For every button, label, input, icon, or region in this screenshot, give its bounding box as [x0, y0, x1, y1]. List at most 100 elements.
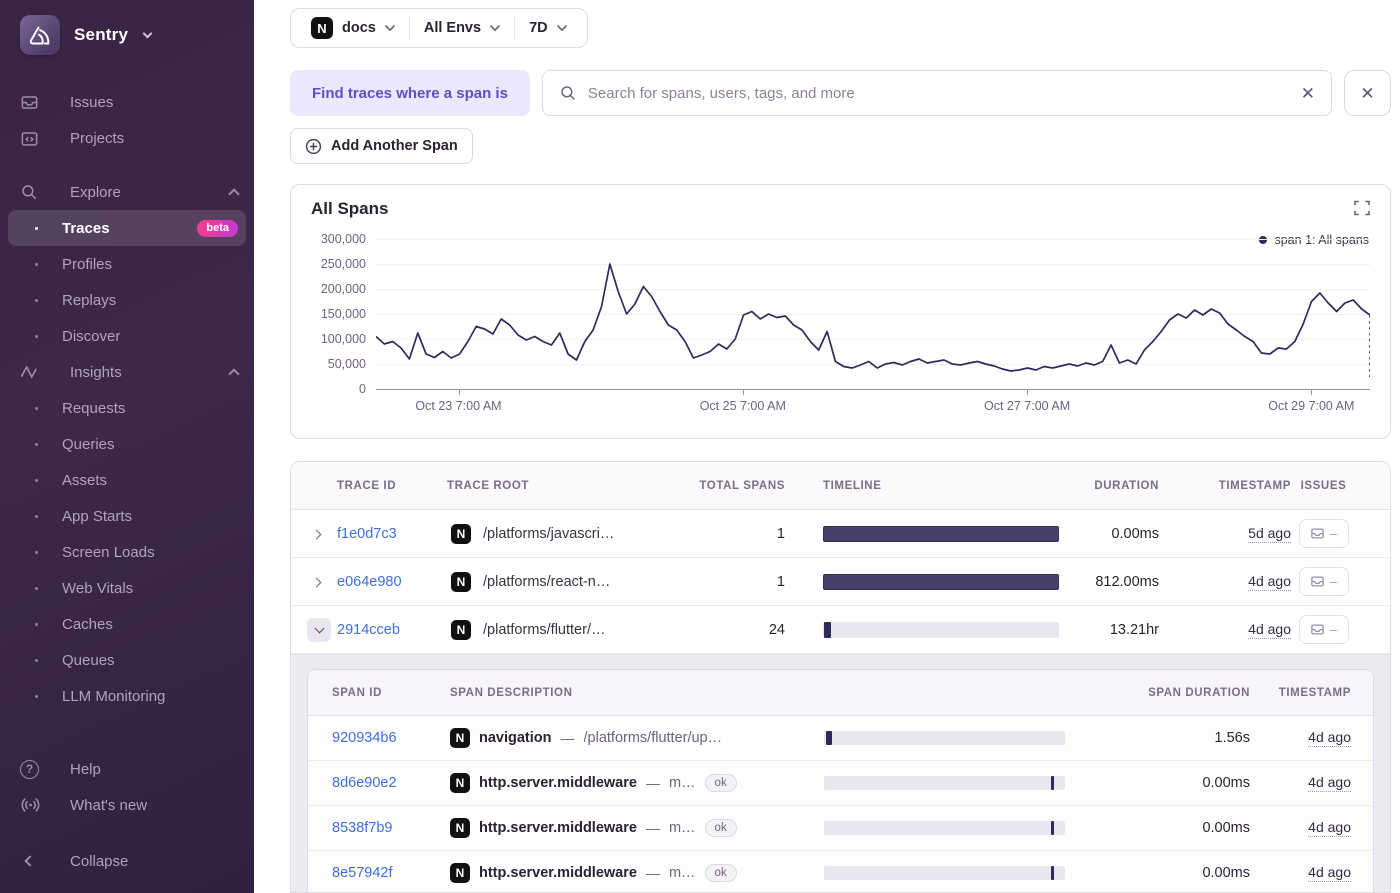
issues-button[interactable]: –	[1298, 519, 1349, 548]
sidebar-item-label: Issues	[70, 93, 114, 111]
trace-id-link[interactable]: 2914cceb	[337, 622, 445, 638]
sidebar-item-queues[interactable]: Queues	[0, 642, 254, 678]
chart-body: 300,000 250,000 200,000 150,000 100,000 …	[311, 232, 1370, 396]
sidebar-item-label: Caches	[62, 615, 113, 633]
sidebar-item-replays[interactable]: Replays	[0, 282, 254, 318]
sidebar-item-screen-loads[interactable]: Screen Loads	[0, 534, 254, 570]
sidebar-item-web-vitals[interactable]: Web Vitals	[0, 570, 254, 606]
add-span-label: Add Another Span	[331, 138, 458, 154]
span-timeline-bar	[824, 731, 1065, 745]
chart-plot-area[interactable]	[376, 239, 1370, 390]
sidebar-item-queries[interactable]: Queries	[0, 426, 254, 462]
sidebar-section-insights[interactable]: Insights	[0, 354, 254, 390]
issues-button[interactable]: –	[1298, 567, 1349, 596]
span-description: m…	[668, 775, 696, 791]
col-timeline: TIMELINE	[823, 479, 882, 492]
search-input[interactable]	[587, 84, 1290, 102]
date-range: 7D	[529, 20, 548, 36]
sidebar-item-profiles[interactable]: Profiles	[0, 246, 254, 282]
search-icon	[561, 86, 575, 100]
span-id-link[interactable]: 920934b6	[332, 730, 450, 746]
expand-trace-button[interactable]	[307, 573, 337, 591]
trace-id-link[interactable]: e064e980	[337, 574, 445, 590]
sidebar-item-llm-monitoring[interactable]: LLM Monitoring	[0, 678, 254, 714]
timestamp-link[interactable]: 4d ago	[1308, 819, 1351, 837]
collapse-label: Collapse	[70, 852, 129, 870]
chart-title: All Spans	[311, 199, 389, 218]
expand-trace-button[interactable]	[307, 525, 337, 543]
sidebar-item-label: Queues	[62, 651, 115, 669]
add-another-span-button[interactable]: Add Another Span	[290, 128, 473, 164]
broadcast-icon	[20, 797, 46, 813]
expanded-span-section: SPAN ID SPAN DESCRIPTION SPAN DURATION T…	[291, 654, 1390, 892]
traces-table: TRACE ID TRACE ROOT TOTAL SPANS TIMELINE…	[290, 461, 1391, 893]
sidebar-item-label: Screen Loads	[62, 543, 155, 561]
chevron-down-icon	[384, 24, 395, 31]
bullet-icon	[35, 298, 38, 302]
timestamp-link[interactable]: 5d ago	[1248, 524, 1291, 543]
timestamp-link[interactable]: 4d ago	[1308, 864, 1351, 882]
timestamp-link[interactable]: 4d ago	[1248, 572, 1291, 591]
find-traces-label[interactable]: Find traces where a span is	[290, 70, 530, 116]
timestamp-link[interactable]: 4d ago	[1248, 620, 1291, 639]
clear-search-icon[interactable]: ✕	[1301, 85, 1315, 102]
col-issues: ISSUES	[1300, 479, 1347, 492]
bullet-icon	[35, 658, 38, 662]
date-range-selector[interactable]: 7D	[515, 9, 581, 47]
line-series	[376, 239, 1370, 389]
chevron-down-icon	[556, 24, 567, 31]
sidebar-item-help[interactable]: ? Help	[0, 751, 254, 787]
span-id-link[interactable]: 8538f7b9	[332, 820, 450, 836]
bullet-icon	[35, 694, 38, 698]
sidebar-item-requests[interactable]: Requests	[0, 390, 254, 426]
close-icon: ✕	[1360, 83, 1375, 103]
nextjs-platform-icon: N	[450, 773, 470, 793]
span-id-link[interactable]: 8e57942f	[332, 865, 450, 881]
trace-root: /platforms/javascri…	[483, 525, 615, 542]
environment-selector[interactable]: All Envs	[410, 9, 514, 47]
sidebar-item-app-starts[interactable]: App Starts	[0, 498, 254, 534]
sidebar-section-explore[interactable]: Explore	[0, 174, 254, 210]
issues-button[interactable]: –	[1298, 615, 1349, 644]
col-span-description: SPAN DESCRIPTION	[450, 686, 573, 699]
sidebar-item-whats-new[interactable]: What's new	[0, 787, 254, 823]
collapse-trace-button[interactable]	[307, 617, 331, 642]
span-duration: 0.00ms	[1202, 865, 1250, 881]
org-switcher[interactable]: Sentry	[0, 13, 254, 57]
issues-icon	[1311, 624, 1324, 635]
remove-span-filter-button[interactable]: ✕	[1344, 70, 1391, 116]
bullet-icon	[35, 478, 38, 482]
timestamp-link[interactable]: 4d ago	[1308, 774, 1351, 792]
trace-id-link[interactable]: f1e0d7c3	[337, 526, 445, 542]
total-spans: 24	[768, 621, 785, 638]
duration: 812.00ms	[1095, 573, 1159, 590]
sidebar-item-issues[interactable]: Issues	[0, 84, 254, 120]
bullet-icon	[35, 442, 38, 446]
trace-root: /platforms/flutter/…	[483, 621, 606, 638]
span-op: http.server.middleware	[479, 865, 637, 881]
sidebar-item-traces[interactable]: Traces beta	[8, 210, 246, 246]
sidebar-item-label: What's new	[70, 796, 148, 814]
nextjs-platform-icon: N	[450, 818, 470, 838]
duration: 0.00ms	[1111, 525, 1159, 542]
timeline-bar	[823, 573, 1059, 590]
sidebar-item-projects[interactable]: Projects	[0, 120, 254, 156]
sidebar-item-caches[interactable]: Caches	[0, 606, 254, 642]
bullet-icon	[35, 406, 38, 410]
span-id-link[interactable]: 8d6e90e2	[332, 775, 450, 791]
sidebar-item-label: Discover	[62, 327, 121, 345]
fullscreen-icon	[1354, 200, 1370, 216]
sidebar-item-label: Web Vitals	[62, 579, 134, 597]
project-selector[interactable]: N docs	[297, 9, 409, 47]
expand-chart-button[interactable]	[1354, 200, 1370, 221]
chevron-left-icon	[20, 855, 46, 867]
col-duration: DURATION	[1094, 479, 1159, 492]
col-trace-root: TRACE ROOT	[447, 479, 530, 492]
sidebar-item-discover[interactable]: Discover	[0, 318, 254, 354]
trace-row-expanded: 2914cceb N /platforms/flutter/… 24 13.21…	[291, 606, 1390, 654]
sidebar-item-assets[interactable]: Assets	[0, 462, 254, 498]
span-duration: 1.56s	[1214, 730, 1250, 746]
sidebar-collapse-button[interactable]: Collapse	[0, 843, 254, 879]
timestamp-link[interactable]: 4d ago	[1308, 729, 1351, 747]
bullet-icon	[35, 550, 38, 554]
